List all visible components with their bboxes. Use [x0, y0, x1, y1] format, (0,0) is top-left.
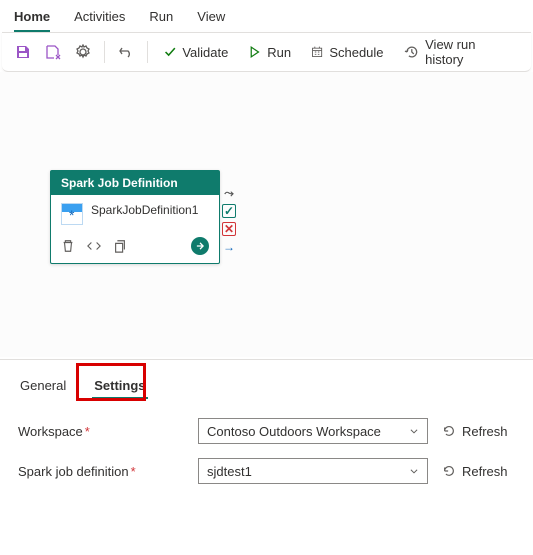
- schedule-label: Schedule: [329, 45, 383, 60]
- check-icon: [164, 45, 176, 59]
- play-icon: [248, 45, 261, 59]
- save-as-icon: [45, 44, 61, 60]
- sjd-value: sjdtest1: [207, 464, 252, 479]
- copy-button[interactable]: [113, 239, 127, 253]
- execute-button[interactable]: [191, 237, 209, 255]
- required-marker: *: [85, 424, 90, 439]
- card-title: Spark Job Definition: [51, 171, 219, 195]
- save-button[interactable]: [8, 37, 38, 67]
- refresh-icon: [442, 424, 456, 438]
- save-as-button[interactable]: [38, 37, 68, 67]
- fail-icon: ✕: [222, 222, 236, 236]
- toolbar-divider: [104, 41, 105, 63]
- status-icons: ⤳ ✓ ✕ →: [222, 186, 236, 254]
- spark-icon: [61, 203, 83, 225]
- top-tabs: Home Activities Run View: [0, 0, 533, 32]
- schedule-button[interactable]: Schedule: [301, 37, 393, 67]
- copy-icon: [113, 239, 127, 253]
- run-button[interactable]: Run: [238, 37, 301, 67]
- run-label: Run: [267, 45, 291, 60]
- workspace-value: Contoso Outdoors Workspace: [207, 424, 381, 439]
- history-icon: [404, 44, 420, 60]
- sjd-refresh-button[interactable]: Refresh: [442, 464, 508, 479]
- delete-button[interactable]: [61, 239, 75, 253]
- calendar-icon: [311, 45, 323, 59]
- chevron-down-icon: [409, 426, 419, 436]
- history-button[interactable]: View run history: [394, 37, 525, 67]
- top-tab-activities[interactable]: Activities: [74, 3, 125, 32]
- code-icon: [87, 239, 101, 253]
- refresh-icon: [442, 464, 456, 478]
- sjd-label: Spark job definition*: [18, 464, 198, 479]
- sjd-select[interactable]: sjdtest1: [198, 458, 428, 484]
- settings-button[interactable]: [68, 37, 98, 67]
- completion-icon: →: [222, 240, 236, 254]
- workspace-row: Workspace* Contoso Outdoors Workspace Re…: [18, 411, 515, 451]
- arrow-right-icon: [195, 241, 205, 251]
- refresh-label: Refresh: [462, 464, 508, 479]
- trash-icon: [61, 239, 75, 253]
- save-icon: [15, 44, 31, 60]
- toolbar-divider: [147, 41, 148, 63]
- refresh-label: Refresh: [462, 424, 508, 439]
- history-label: View run history: [425, 37, 515, 67]
- code-button[interactable]: [87, 239, 101, 253]
- undo-icon: [118, 44, 134, 60]
- toolbar: Validate Run Schedule View run history: [2, 32, 531, 72]
- sjd-row: Spark job definition* sjdtest1 Refresh: [18, 451, 515, 491]
- workspace-label: Workspace*: [18, 424, 198, 439]
- undo-button[interactable]: [111, 37, 141, 67]
- chevron-down-icon: [409, 466, 419, 476]
- workspace-refresh-button[interactable]: Refresh: [442, 424, 508, 439]
- lower-tabs: General Settings: [0, 360, 533, 405]
- dependency-icon: ⤳: [222, 186, 236, 200]
- top-tab-view[interactable]: View: [197, 3, 225, 32]
- tab-settings[interactable]: Settings: [92, 374, 147, 399]
- workspace-select[interactable]: Contoso Outdoors Workspace: [198, 418, 428, 444]
- card-name: SparkJobDefinition1: [91, 203, 198, 219]
- success-icon: ✓: [222, 204, 236, 218]
- required-marker: *: [131, 464, 136, 479]
- top-tab-run[interactable]: Run: [149, 3, 173, 32]
- top-tab-home[interactable]: Home: [14, 3, 50, 32]
- canvas[interactable]: Spark Job Definition SparkJobDefinition1…: [0, 72, 533, 357]
- activity-card[interactable]: Spark Job Definition SparkJobDefinition1: [50, 170, 220, 264]
- gear-icon: [75, 44, 91, 60]
- validate-label: Validate: [182, 45, 228, 60]
- validate-button[interactable]: Validate: [154, 37, 238, 67]
- card-body: SparkJobDefinition1: [51, 195, 219, 233]
- card-actions: [51, 233, 219, 263]
- tab-general[interactable]: General: [18, 374, 68, 399]
- settings-form: Workspace* Contoso Outdoors Workspace Re…: [0, 405, 533, 497]
